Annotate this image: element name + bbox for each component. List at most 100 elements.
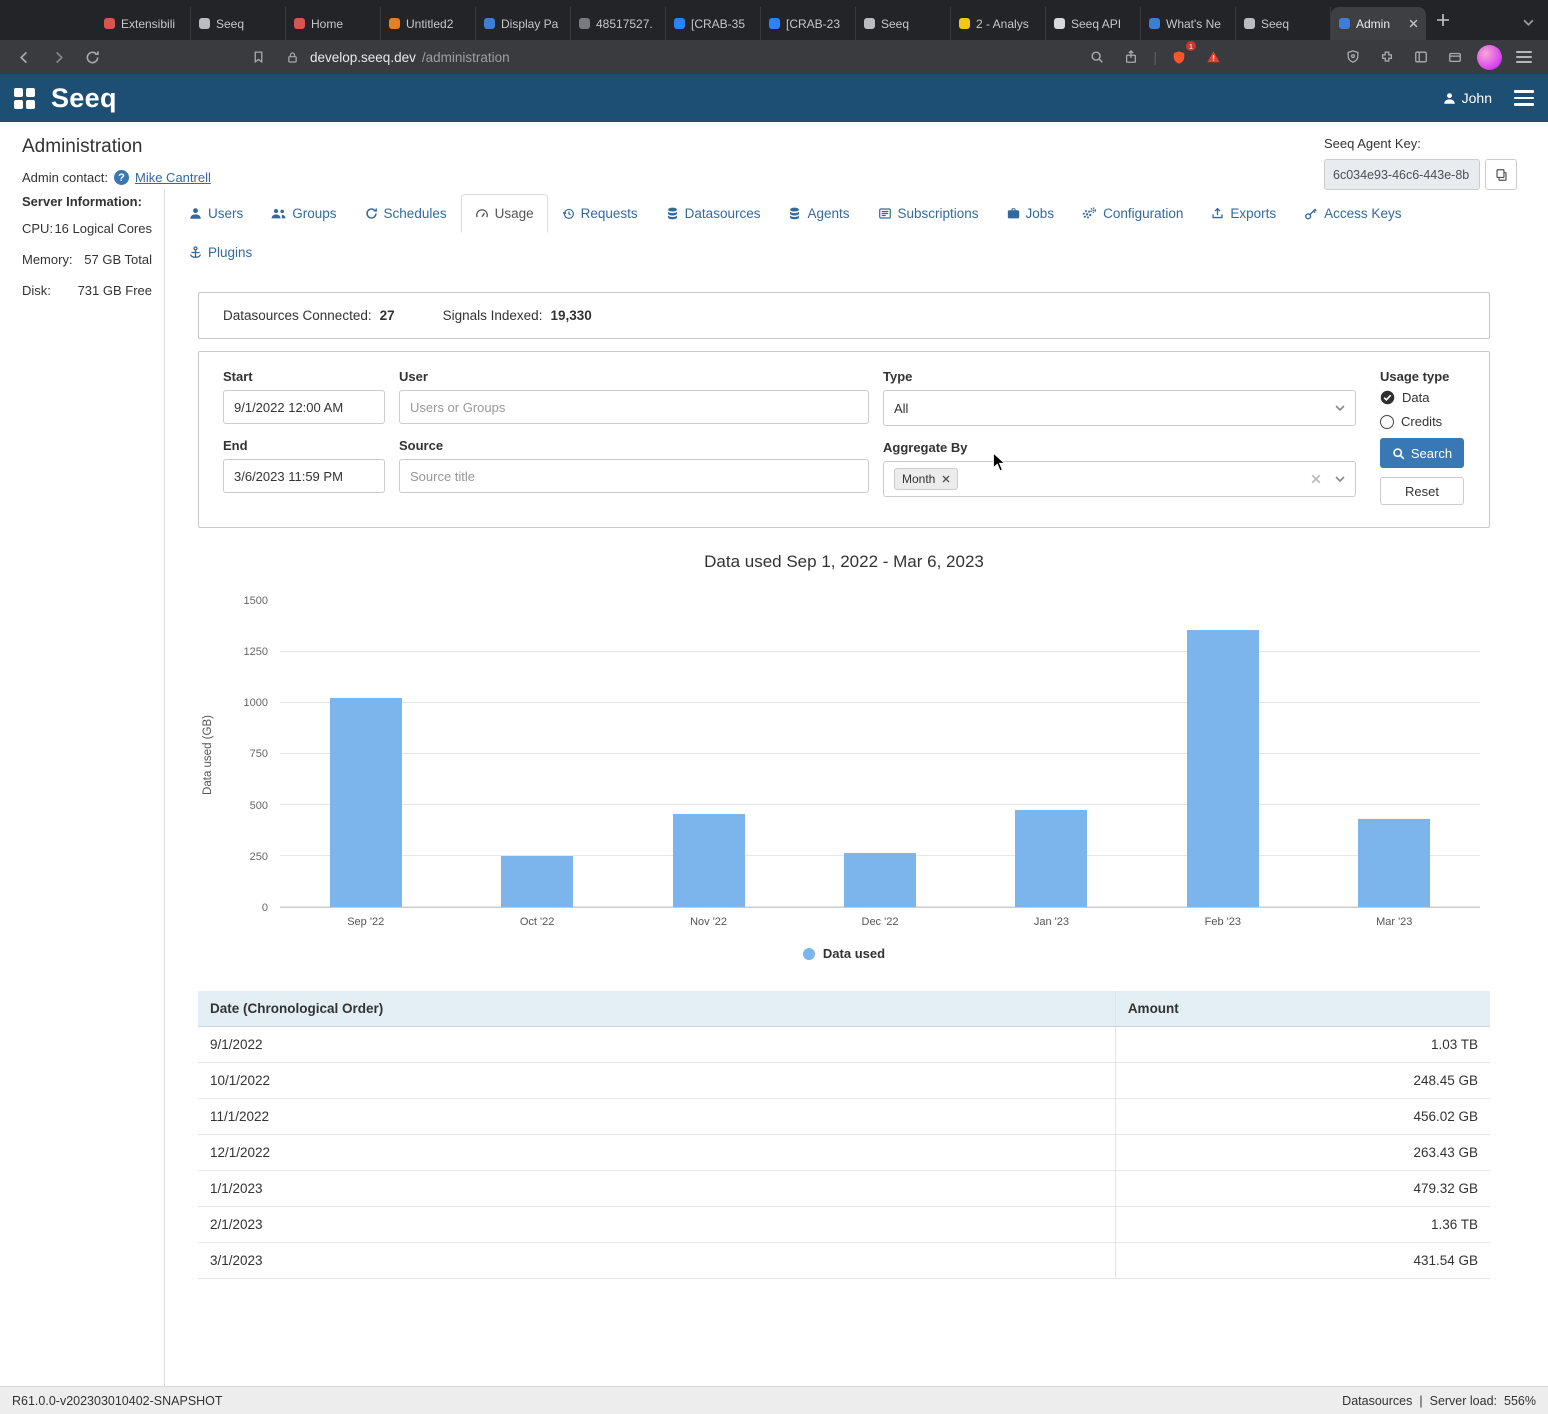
tab-exports[interactable]: Exports bbox=[1197, 194, 1290, 233]
shield-badge: 1 bbox=[1186, 41, 1196, 51]
y-tick: 0 bbox=[262, 902, 268, 914]
user-name: John bbox=[1462, 90, 1492, 106]
tab-favicon bbox=[199, 18, 210, 29]
aggregate-by-select[interactable]: Month bbox=[883, 461, 1356, 497]
chart-bar[interactable] bbox=[501, 856, 573, 907]
type-select[interactable]: All bbox=[883, 390, 1356, 426]
tab-users[interactable]: Users bbox=[175, 194, 257, 233]
start-date-input[interactable] bbox=[223, 390, 385, 424]
gears-icon bbox=[1082, 207, 1097, 220]
browser-tab[interactable]: Home bbox=[286, 7, 381, 40]
month-tag[interactable]: Month bbox=[894, 468, 958, 490]
user-input[interactable] bbox=[399, 390, 869, 424]
radio-credits[interactable]: Credits bbox=[1380, 414, 1465, 429]
browser-tab[interactable]: Seeq bbox=[856, 7, 951, 40]
password-manager-icon[interactable] bbox=[1341, 45, 1365, 69]
tab-search-chevron-icon[interactable] bbox=[1523, 14, 1534, 29]
table-row: 3/1/2023431.54 GB bbox=[198, 1243, 1490, 1279]
agent-key-input[interactable] bbox=[1324, 159, 1480, 190]
date-column-header[interactable]: Date (Chronological Order) bbox=[198, 991, 1115, 1027]
user-menu[interactable]: John bbox=[1443, 90, 1492, 106]
tab-label: Plugins bbox=[208, 245, 252, 260]
amount-cell: 1.36 TB bbox=[1115, 1207, 1490, 1243]
new-tab-button[interactable] bbox=[1436, 13, 1450, 27]
browser-tab[interactable]: What's Ne bbox=[1141, 7, 1236, 40]
forward-icon[interactable] bbox=[46, 45, 70, 69]
tab-schedules[interactable]: Schedules bbox=[351, 194, 461, 233]
tab-agents[interactable]: Agents bbox=[774, 194, 863, 233]
sidebar-toggle-icon[interactable] bbox=[1409, 45, 1433, 69]
datasources-status-link[interactable]: Datasources bbox=[1342, 1394, 1412, 1408]
browser-tab[interactable]: Display Pa bbox=[476, 7, 571, 40]
seeq-logo[interactable]: Seeq bbox=[51, 83, 117, 114]
tab-plugins[interactable]: Plugins bbox=[175, 233, 266, 272]
chart-bar[interactable] bbox=[1187, 630, 1259, 907]
address-bar[interactable]: develop.seeq.dev/administration bbox=[280, 45, 1075, 69]
browser-tab[interactable]: Extensibili bbox=[96, 7, 191, 40]
tab-configuration[interactable]: Configuration bbox=[1068, 194, 1197, 233]
browser-tab[interactable]: [CRAB-35 bbox=[666, 7, 761, 40]
tab-favicon bbox=[104, 18, 115, 29]
app-grid-icon[interactable] bbox=[14, 88, 35, 109]
help-question-icon[interactable] bbox=[114, 170, 129, 185]
browser-tab[interactable]: 2 - Analys bbox=[951, 7, 1046, 40]
date-cell: 3/1/2023 bbox=[198, 1243, 1115, 1279]
chart-bar[interactable] bbox=[673, 814, 745, 907]
admin-contact-link[interactable]: Mike Cantrell bbox=[135, 170, 211, 185]
browser-menu-icon[interactable] bbox=[1512, 45, 1536, 69]
remove-tag-icon[interactable] bbox=[942, 475, 950, 483]
chart-bar[interactable] bbox=[330, 698, 402, 907]
profile-avatar[interactable] bbox=[1477, 45, 1502, 70]
warning-triangle-icon[interactable] bbox=[1201, 45, 1225, 69]
signals-indexed-value: 19,330 bbox=[550, 308, 591, 323]
tab-datasources[interactable]: Datasources bbox=[652, 194, 775, 233]
browser-tab[interactable]: Seeq API bbox=[1046, 7, 1141, 40]
radio-data[interactable]: Data bbox=[1380, 390, 1465, 405]
tab-subscriptions[interactable]: Subscriptions bbox=[864, 194, 993, 233]
chart-bar[interactable] bbox=[1358, 819, 1430, 907]
table-row: 2/1/20231.36 TB bbox=[198, 1207, 1490, 1243]
refresh-icon[interactable] bbox=[80, 45, 104, 69]
bookmark-icon[interactable] bbox=[246, 45, 270, 69]
extensions-puzzle-icon[interactable] bbox=[1375, 45, 1399, 69]
tab-label: Schedules bbox=[384, 206, 447, 221]
wallet-icon[interactable] bbox=[1443, 45, 1467, 69]
usage-panel: Datasources Connected:27 Signals Indexed… bbox=[198, 292, 1490, 1279]
refresh-arrows-icon bbox=[365, 207, 378, 220]
search-button[interactable]: Search bbox=[1380, 438, 1464, 468]
back-icon[interactable] bbox=[12, 45, 36, 69]
share-icon[interactable] bbox=[1119, 45, 1143, 69]
browser-tab[interactable]: Seeq bbox=[1236, 7, 1331, 40]
browser-tab[interactable]: Untitled2 bbox=[381, 7, 476, 40]
tab-usage[interactable]: Usage bbox=[461, 194, 548, 233]
radio-data-label: Data bbox=[1402, 390, 1429, 405]
tab-jobs[interactable]: Jobs bbox=[993, 194, 1069, 233]
brave-shield-icon[interactable]: 1 bbox=[1167, 45, 1191, 69]
site-info-lock-icon[interactable] bbox=[280, 45, 304, 69]
source-input[interactable] bbox=[399, 459, 869, 493]
copy-button[interactable] bbox=[1485, 159, 1517, 190]
tab-requests[interactable]: Requests bbox=[548, 194, 652, 233]
chart-legend[interactable]: Data used bbox=[198, 946, 1490, 961]
tab-favicon bbox=[674, 18, 685, 29]
tab-favicon bbox=[1339, 18, 1350, 29]
end-label: End bbox=[223, 438, 385, 453]
end-date-input[interactable] bbox=[223, 459, 385, 493]
browser-tab-active[interactable]: Admin bbox=[1331, 7, 1426, 40]
amount-column-header[interactable]: Amount bbox=[1115, 991, 1490, 1027]
browser-tab[interactable]: Seeq bbox=[191, 7, 286, 40]
y-axis-title: Data used (GB) bbox=[202, 715, 214, 795]
tab-favicon bbox=[1149, 18, 1160, 29]
tab-groups[interactable]: Groups bbox=[257, 194, 350, 233]
browser-tab[interactable]: 48517527. bbox=[571, 7, 666, 40]
tab-close-icon[interactable] bbox=[1409, 19, 1418, 28]
chart-bar[interactable] bbox=[844, 853, 916, 907]
zoom-icon[interactable] bbox=[1085, 45, 1109, 69]
clear-icon[interactable] bbox=[1311, 474, 1321, 484]
chart-bar[interactable] bbox=[1015, 810, 1087, 907]
version-text: R61.0.0-v202303010402-SNAPSHOT bbox=[12, 1394, 223, 1408]
reset-button[interactable]: Reset bbox=[1380, 477, 1464, 505]
tab-access-keys[interactable]: Access Keys bbox=[1290, 194, 1415, 233]
browser-tab[interactable]: [CRAB-23 bbox=[761, 7, 856, 40]
app-menu-icon[interactable] bbox=[1514, 86, 1534, 110]
